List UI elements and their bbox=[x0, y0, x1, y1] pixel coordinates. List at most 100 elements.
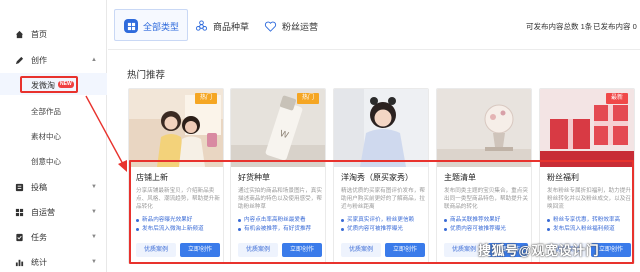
card-feature: 优质内容可被推荐曝光 bbox=[341, 226, 403, 233]
section-title: 热门推荐 bbox=[127, 70, 166, 81]
feature-text: 买家真实评价，粉丝更信赖 bbox=[347, 217, 415, 223]
card-feature: 有机会被推荐，有好货推荐 bbox=[238, 226, 311, 233]
stat-label: 已发布内容 bbox=[593, 22, 631, 31]
bullet-icon bbox=[136, 219, 139, 222]
heart-icon bbox=[263, 19, 277, 33]
chevron-down-icon: ▼ bbox=[91, 259, 97, 265]
task-icon bbox=[15, 233, 24, 242]
sidebar-item-label: 发微淘 bbox=[31, 81, 55, 90]
sidebar-item-label: 全部作品 bbox=[31, 107, 61, 116]
create-now-button[interactable]: 立即创作 bbox=[385, 243, 425, 257]
home-icon bbox=[15, 30, 24, 39]
sidebar-item-label: 任务 bbox=[31, 232, 47, 242]
feature-text: 优质内容可被推荐曝光 bbox=[450, 226, 506, 232]
chevron-down-icon: ▼ bbox=[91, 209, 97, 215]
bullet-icon bbox=[444, 228, 447, 231]
sidebar-item-self-operation[interactable]: 自运营 ▼ bbox=[0, 204, 107, 220]
bullet-icon bbox=[238, 219, 241, 222]
bullet-icon bbox=[444, 219, 447, 222]
create-now-button[interactable]: 立即创作 bbox=[180, 243, 220, 257]
card-feature: 粉丝专享优惠，转粉效率高 bbox=[547, 217, 620, 224]
published-count: 已发布内容 0 bbox=[593, 21, 637, 32]
card-feature: 新品内容曝光效果好 bbox=[136, 217, 192, 224]
feature-text: 优质内容可被推荐曝光 bbox=[347, 226, 403, 232]
chevron-down-icon: ▼ bbox=[91, 234, 97, 240]
card-good-product[interactable]: W 热门 好货种草 通过实拍的商品和场景图片，真实描述商品的特色以及使用感受，帮… bbox=[230, 88, 326, 264]
feature-text: 发布后流入粉丝福利频道 bbox=[553, 226, 615, 232]
chevron-down-icon: ▼ bbox=[91, 184, 97, 190]
sidebar-item-label: 创意中心 bbox=[31, 157, 61, 166]
annotation-arrow-icon bbox=[85, 95, 127, 172]
card-image bbox=[334, 89, 428, 167]
sidebar-item-create[interactable]: 创作 ▲ bbox=[0, 52, 107, 68]
card-description: 通过实拍的商品和场景图片，真实描述商品的特色以及使用感受，帮助粉丝种草 bbox=[238, 188, 322, 210]
card-image bbox=[437, 89, 531, 167]
example-button[interactable]: 优质案例 bbox=[238, 243, 278, 257]
sidebar-item-label: 自运营 bbox=[31, 207, 55, 217]
bullet-icon bbox=[341, 219, 344, 222]
tab-all-types[interactable]: 全部类型 bbox=[124, 9, 179, 43]
tab-label: 商品种草 bbox=[213, 21, 250, 32]
example-button[interactable]: 优质案例 bbox=[341, 243, 381, 257]
new-badge: NEW bbox=[58, 81, 74, 88]
card-feature: 优质内容可被推荐曝光 bbox=[444, 226, 506, 233]
card-buyer-show[interactable]: 洋淘秀（原买家秀） 精选优质的买家有图评价发布，帮助用户购买前更好的了解商品，拉… bbox=[333, 88, 429, 264]
example-button[interactable]: 优质案例 bbox=[136, 243, 176, 257]
sidebar-item-label: 首页 bbox=[31, 29, 47, 39]
card-description: 精选优质的买家有图评价发布，帮助用户购买前更好的了解商品，拉近与粉丝距离 bbox=[341, 188, 425, 210]
card-title: 好货种草 bbox=[238, 173, 270, 182]
flower-icon bbox=[194, 19, 208, 33]
card-fan-benefits[interactable]: 最新 粉丝福利 发布粉丝专属折扣福利，助力提升粉丝转化并以及粉丝成交，以及召唤回… bbox=[539, 88, 635, 264]
sidebar-item-stats[interactable]: 统计 ▼ bbox=[0, 254, 107, 270]
bullet-icon bbox=[136, 228, 139, 231]
feature-text: 粉丝专享优惠，转粉效率高 bbox=[553, 217, 621, 223]
stat-value: 0 bbox=[632, 22, 637, 31]
sidebar-item-submit[interactable]: 投稿 ▼ bbox=[0, 179, 107, 195]
card-feature: 买家真实评价，粉丝更信赖 bbox=[341, 217, 414, 224]
stat-value: 1条 bbox=[580, 22, 593, 31]
hot-badge: 热门 bbox=[296, 93, 319, 104]
grid-icon bbox=[124, 19, 138, 33]
operation-icon bbox=[15, 208, 24, 217]
tab-fan-operation[interactable]: 粉丝运营 bbox=[263, 9, 318, 43]
feature-text: 有机会被推荐，有好货推荐 bbox=[244, 226, 312, 232]
create-icon bbox=[15, 56, 24, 65]
card-theme-list[interactable]: 主题清单 发布同类主题的宝贝集合，重点突出同一类型商品特色，帮助提升关联商品的转… bbox=[436, 88, 532, 264]
sidebar-item-label: 素材中心 bbox=[31, 132, 61, 141]
bullet-icon bbox=[547, 219, 550, 222]
card-feature: 商品关联推荐效果好 bbox=[444, 217, 500, 224]
bullet-icon bbox=[547, 228, 550, 231]
hot-badge: 热门 bbox=[194, 93, 217, 104]
sidebar-item-label: 创作 bbox=[31, 55, 47, 65]
card-feature: 发布后流入粉丝福利频道 bbox=[547, 226, 615, 233]
bullet-icon bbox=[238, 228, 241, 231]
card-feature: 内容点击率高粉丝最爱看 bbox=[238, 217, 306, 224]
bullet-icon bbox=[341, 228, 344, 231]
create-now-button[interactable]: 立即创作 bbox=[282, 243, 322, 257]
card-title: 洋淘秀（原买家秀） bbox=[341, 173, 413, 182]
card-title: 主题清单 bbox=[444, 173, 476, 182]
stats-icon bbox=[15, 258, 24, 267]
publishable-total: 可发布内容总数 1条 bbox=[526, 21, 592, 32]
tab-product-seeding[interactable]: 商品种草 bbox=[194, 9, 249, 43]
card-description: 分享店铺最新宝贝，介绍新品卖点、风格、潮流趋势，帮助提升新品转化 bbox=[136, 188, 220, 210]
feature-text: 新品内容曝光效果好 bbox=[142, 217, 193, 223]
card-description: 发布同类主题的宝贝集合，重点突出同一类型商品特色，帮助提升关联商品的转化 bbox=[444, 188, 528, 210]
tab-label: 全部类型 bbox=[143, 21, 180, 32]
card-feature: 发布后流入微淘上新频道 bbox=[136, 226, 204, 233]
card-description: 发布粉丝专属折扣福利，助力提升粉丝转化并以及粉丝成交，以及召唤回流 bbox=[547, 188, 631, 210]
feature-text: 商品关联推荐效果好 bbox=[450, 217, 501, 223]
sidebar-item-post-weitao[interactable]: 发微淘 NEW bbox=[20, 76, 78, 93]
feature-text: 发布后流入微淘上新频道 bbox=[142, 226, 204, 232]
sidebar-item-home[interactable]: 首页 bbox=[0, 26, 107, 42]
card-title: 店铺上新 bbox=[136, 173, 168, 182]
submit-icon bbox=[15, 183, 24, 192]
sidebar-item-label: 投稿 bbox=[31, 182, 47, 192]
sidebar-item-task[interactable]: 任务 ▼ bbox=[0, 229, 107, 245]
card-store-new[interactable]: 热门 店铺上新 分享店铺最新宝贝，介绍新品卖点、风格、潮流趋势，帮助提升新品转化… bbox=[128, 88, 224, 264]
watermark: 搜狐号@观宽设计门 bbox=[478, 243, 600, 258]
tab-label: 粉丝运营 bbox=[282, 21, 319, 32]
feature-text: 内容点击率高粉丝最爱看 bbox=[244, 217, 306, 223]
sidebar-item-label: 统计 bbox=[31, 257, 47, 267]
stat-label: 可发布内容总数 bbox=[526, 22, 579, 31]
